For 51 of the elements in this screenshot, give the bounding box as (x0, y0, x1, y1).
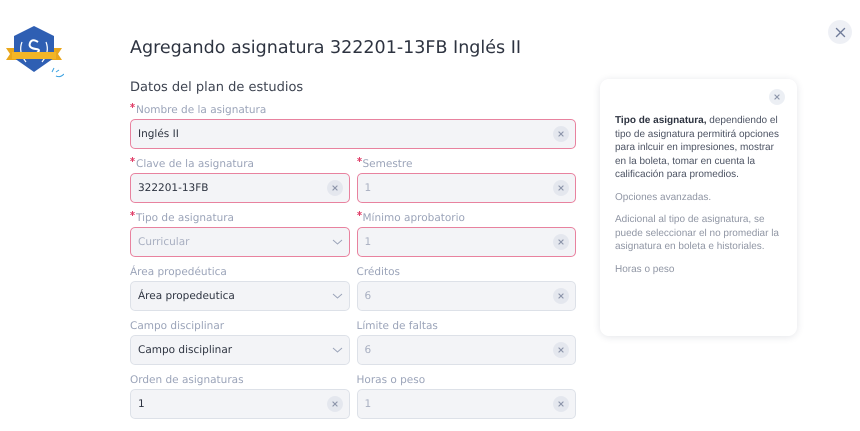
help-text: Adicional al tipo de asignatura, se puede seleccionar el no promediar la asignatura en boleta e historiales. (615, 213, 780, 254)
field-value: 6 (364, 290, 372, 302)
close-icon (330, 184, 338, 192)
clear-icon[interactable] (326, 180, 342, 196)
clear-icon[interactable] (553, 126, 569, 142)
close-button[interactable] (828, 20, 852, 44)
field-value: 1 (364, 236, 372, 248)
field-label: Área propedéutica (130, 264, 227, 280)
close-icon (834, 26, 846, 38)
field-label: Límite de faltas (356, 319, 438, 334)
close-icon (557, 130, 565, 138)
field-label: Semestre (362, 157, 412, 172)
close-button[interactable] (769, 89, 785, 105)
help-text: Opciones avanzadas. (615, 190, 712, 204)
field-value: 1 (364, 398, 372, 410)
select-field[interactable]: Campo disciplinar (130, 335, 350, 365)
chevron-down-icon (332, 347, 342, 353)
chevron-down-icon (332, 239, 342, 245)
close-icon (330, 400, 338, 408)
input-field[interactable]: 322201-13FB (130, 173, 350, 203)
input-field[interactable]: Inglés II (130, 119, 576, 149)
field-value: 6 (364, 344, 372, 356)
field-label: Créditos (356, 265, 400, 280)
clear-icon[interactable] (326, 396, 342, 412)
chevron-down-icon (332, 293, 342, 299)
close-icon (557, 238, 565, 246)
page-title: Agregando asignatura 322201-13FB Inglés II (130, 38, 522, 58)
field-label: Orden de asignaturas (130, 373, 244, 388)
field-label: Mínimo aprobatorio (362, 211, 465, 226)
field-value: Inglés II (138, 128, 180, 140)
field-value: 1 (364, 182, 372, 194)
section-title: Datos del plan de estudios (130, 80, 304, 95)
field-label: Tipo de asignatura (136, 211, 234, 226)
field-label: Campo disciplinar (130, 319, 224, 334)
field-value: Curricular (138, 236, 190, 248)
field-value: 1 (138, 398, 146, 410)
close-icon (557, 292, 565, 300)
help-text: Horas o peso (615, 262, 676, 276)
field-value: 322201-13FB (138, 182, 210, 194)
field-label: Nombre de la asignatura (136, 103, 266, 118)
select-field[interactable]: Área propedeutica (130, 281, 350, 311)
field-label: Clave de la asignatura (136, 157, 254, 172)
field-value: Campo disciplinar (138, 344, 234, 356)
input-field[interactable]: 1 (130, 389, 350, 419)
close-icon (557, 346, 565, 354)
close-icon (773, 93, 781, 101)
close-icon (557, 184, 565, 192)
help-text: Tipo de asignatura, dependiendo el tipo de asignatura permitirá opciones para inlcuir en impresiones, mostrar en la boleta, tomar en cuenta la calificación para promedios. (615, 114, 780, 182)
field-value: Área propedeutica (138, 290, 236, 302)
close-icon (557, 400, 565, 408)
field-label: Horas o peso (356, 373, 426, 388)
